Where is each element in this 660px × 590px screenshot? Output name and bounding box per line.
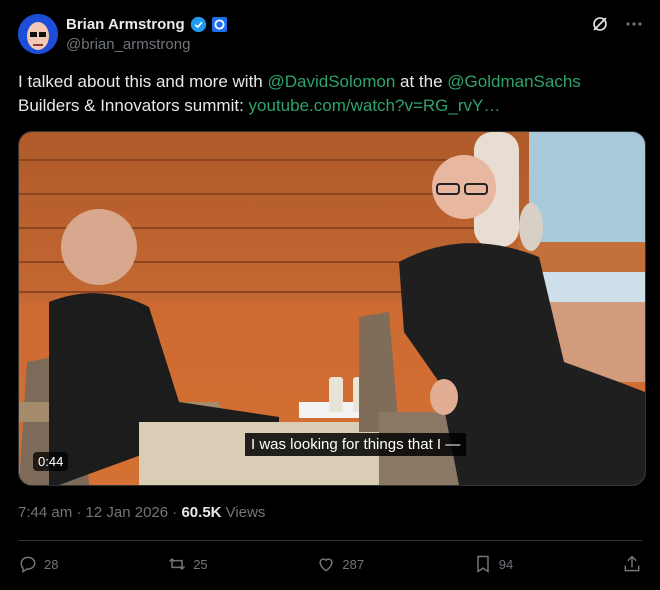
- video-caption: I was looking for things that I —: [245, 433, 467, 456]
- repost-icon: [169, 557, 186, 571]
- like-button[interactable]: 287: [316, 554, 364, 574]
- youtube-link[interactable]: youtube.com/watch?v=RG_rvY…: [249, 96, 501, 115]
- verified-badge-icon: [190, 16, 206, 32]
- author-handle[interactable]: @brian_armstrong: [66, 36, 640, 53]
- share-icon: [624, 555, 640, 572]
- tweet-actions: 28 25 287 94: [18, 552, 642, 576]
- share-button[interactable]: [622, 554, 642, 574]
- text-part: I talked about this and more with: [18, 72, 268, 91]
- reply-button[interactable]: 28: [18, 554, 58, 574]
- video-duration: 0:44: [33, 452, 69, 471]
- repost-button[interactable]: 25: [167, 554, 208, 574]
- tweet-top-actions: [590, 14, 644, 34]
- reply-icon: [20, 556, 36, 573]
- affiliate-badge-icon[interactable]: [211, 16, 227, 32]
- like-icon: [319, 558, 333, 572]
- meta-separator: ·: [76, 504, 86, 521]
- tweet-meta: 7:44 am · 12 Jan 2026 · 60.5K Views: [18, 504, 265, 521]
- mention-goldman-sachs[interactable]: @GoldmanSachs: [447, 72, 581, 91]
- reply-count: 28: [44, 556, 59, 572]
- text-part: Builders & Innovators summit:: [18, 96, 249, 115]
- tweet-time[interactable]: 7:44 am: [18, 504, 72, 521]
- tweet: Brian Armstrong @brian_armstrong I talke…: [0, 0, 660, 590]
- tweet-header: Brian Armstrong @brian_armstrong: [66, 14, 640, 58]
- repost-count: 25: [193, 556, 208, 572]
- tweet-text: I talked about this and more with @David…: [18, 70, 646, 118]
- bookmark-icon: [477, 555, 489, 573]
- more-icon[interactable]: [624, 14, 644, 34]
- bookmark-button[interactable]: 94: [473, 554, 513, 574]
- mention-david-solomon[interactable]: @DavidSolomon: [267, 72, 395, 91]
- bookmark-count: 94: [498, 556, 514, 572]
- grok-icon[interactable]: [590, 14, 610, 34]
- avatar[interactable]: [18, 14, 58, 54]
- divider: [18, 540, 642, 541]
- like-count: 287: [342, 556, 365, 572]
- author-name[interactable]: Brian Armstrong: [66, 16, 185, 33]
- text-part: at the: [395, 72, 448, 91]
- views-count: 60.5K: [181, 504, 222, 521]
- views-label: Views: [225, 504, 266, 521]
- tweet-date[interactable]: 12 Jan 2026: [86, 504, 169, 521]
- video-player[interactable]: I was looking for things that I — 0:44: [18, 131, 646, 486]
